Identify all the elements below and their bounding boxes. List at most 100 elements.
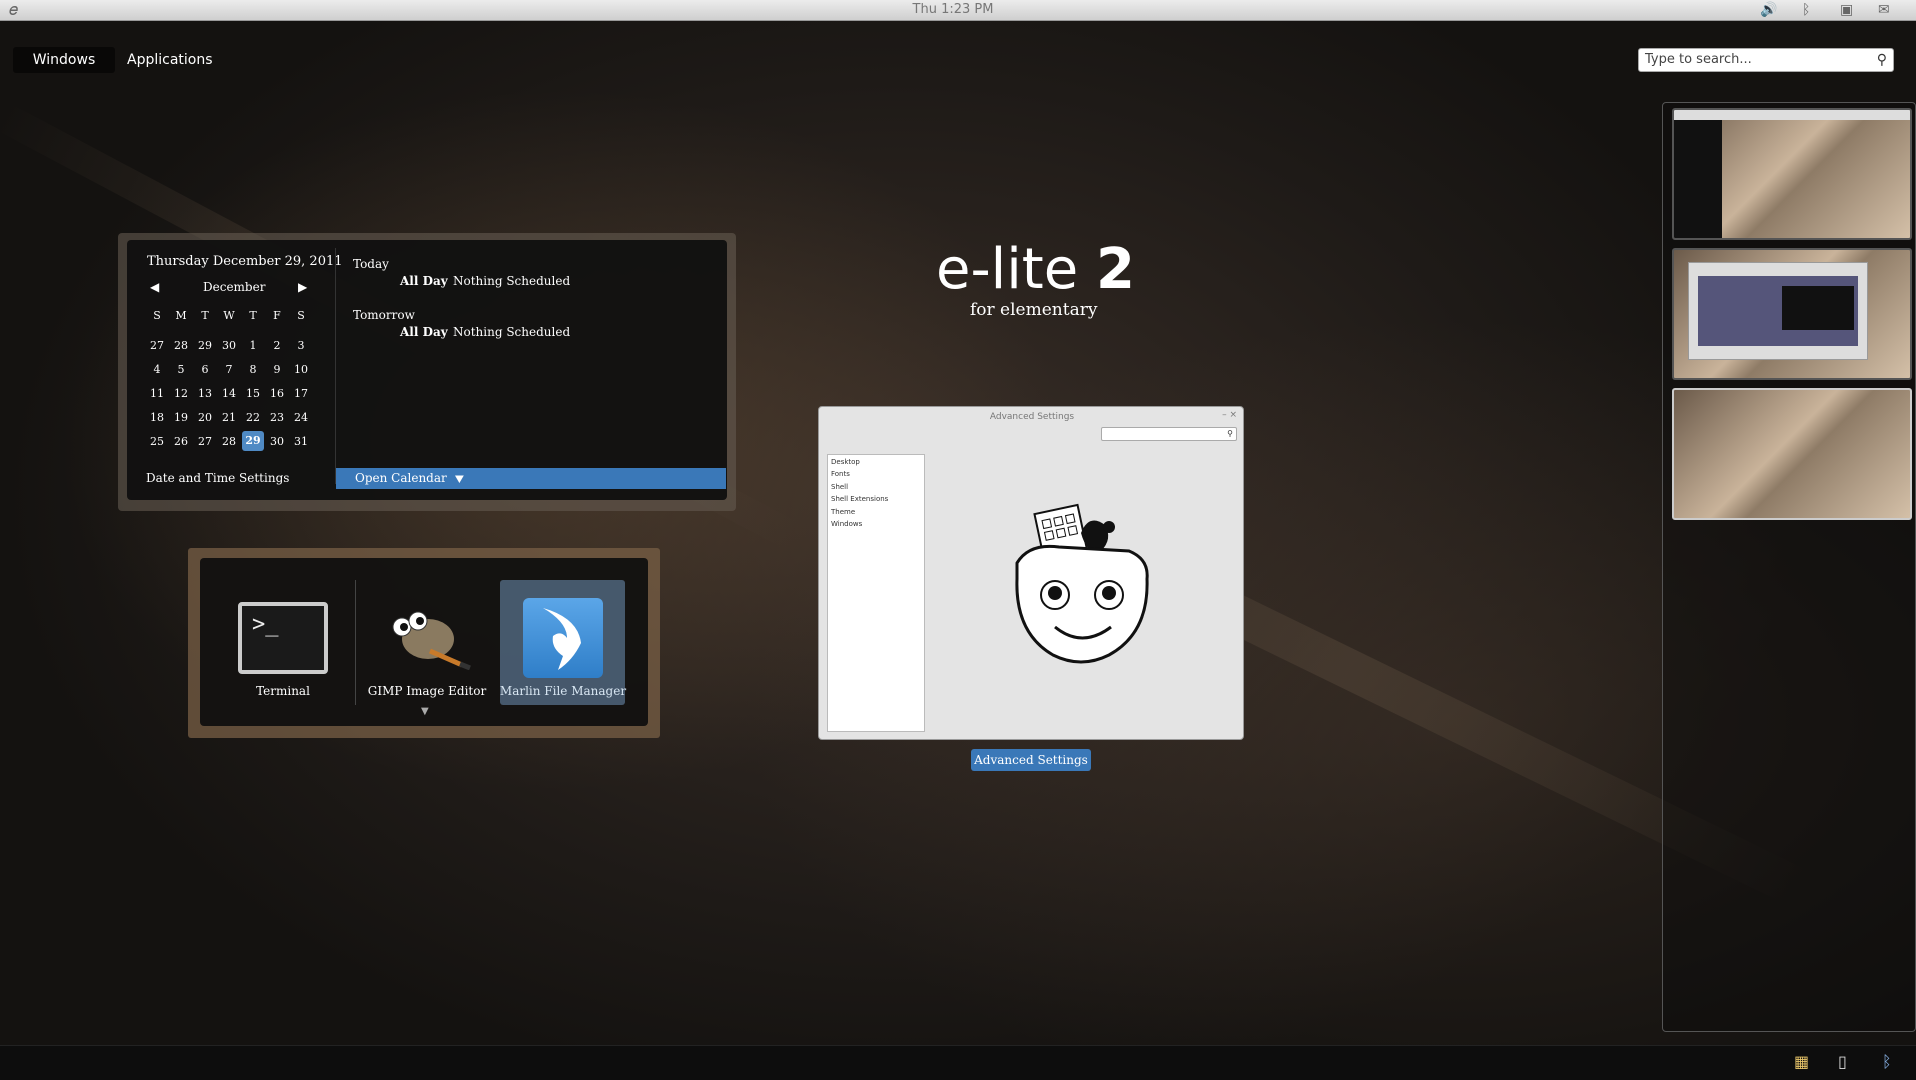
top-panel: 𝑒 Thu 1:23 PM 🔊 ᛒ ▣ ✉: [0, 0, 1916, 21]
search-icon: ⚲: [1876, 52, 1887, 68]
bottom-panel: [0, 1045, 1916, 1080]
sidebar-item-desktop[interactable]: Desktop: [831, 458, 860, 466]
calendar-day[interactable]: 30: [266, 435, 288, 448]
workspace-icon[interactable]: ▦: [1794, 1052, 1809, 1071]
weekday-label: S: [297, 309, 305, 322]
marlin-icon[interactable]: [523, 598, 603, 678]
calendar-day[interactable]: 12: [170, 387, 192, 400]
calendar-day-selected[interactable]: 29: [242, 431, 264, 451]
terminal-icon[interactable]: >_: [238, 602, 328, 674]
switcher-app-label: Terminal: [256, 684, 310, 698]
calendar-day[interactable]: 8: [242, 363, 264, 376]
open-calendar-button[interactable]: Open Calendar: [336, 468, 726, 489]
weekday-label: F: [273, 309, 281, 322]
workspace-thumbnail-active[interactable]: [1672, 388, 1912, 520]
calendar-day[interactable]: 19: [170, 411, 192, 424]
workspace-thumbnail[interactable]: [1672, 108, 1912, 240]
window-search-input[interactable]: ⚲: [1101, 427, 1237, 441]
calendar-day[interactable]: 17: [290, 387, 312, 400]
calendar-day[interactable]: 11: [146, 387, 168, 400]
calendar-day[interactable]: 28: [218, 435, 240, 448]
event-day-today: Today: [353, 257, 389, 271]
window-caption-button[interactable]: Advanced Settings: [971, 749, 1091, 771]
chevron-down-icon[interactable]: ▼: [421, 706, 429, 717]
sidebar-item-windows[interactable]: Windows: [831, 520, 862, 528]
calendar-day[interactable]: 23: [266, 411, 288, 424]
calendar-date-heading: Thursday December 29, 2011: [147, 254, 343, 269]
gnome-head-icon: [1015, 503, 1149, 664]
sidebar-item-theme[interactable]: Theme: [831, 508, 855, 516]
weekday-label: W: [223, 309, 235, 322]
calendar-day[interactable]: 20: [194, 411, 216, 424]
calendar-month: December: [203, 280, 266, 294]
calendar-day[interactable]: 21: [218, 411, 240, 424]
sidebar-item-shell-extensions[interactable]: Shell Extensions: [831, 495, 888, 503]
calendar-day[interactable]: 28: [170, 339, 192, 352]
calendar-day[interactable]: 3: [290, 339, 312, 352]
calendar-day[interactable]: 13: [194, 387, 216, 400]
sidebar-item-fonts[interactable]: Fonts: [831, 470, 850, 478]
prev-month-icon[interactable]: ◀: [150, 280, 159, 294]
event-time: All Day: [400, 325, 448, 339]
calendar-day[interactable]: 7: [218, 363, 240, 376]
gimp-icon[interactable]: [380, 605, 475, 670]
weekday-label: T: [249, 309, 257, 322]
advanced-settings-window[interactable]: Advanced Settings – × ⚲ Desktop Fonts Sh…: [818, 406, 1244, 740]
calendar-day[interactable]: 25: [146, 435, 168, 448]
page-subtitle: for elementary: [970, 300, 1098, 320]
calendar-day[interactable]: 29: [194, 339, 216, 352]
switcher-app-label: Marlin File Manager: [499, 684, 627, 698]
window-title: Advanced Settings: [989, 412, 1075, 422]
clock[interactable]: Thu 1:23 PM: [0, 2, 1906, 17]
calendar-day[interactable]: 26: [170, 435, 192, 448]
calendar-day[interactable]: 31: [290, 435, 312, 448]
network-icon[interactable]: ▣: [1840, 1, 1853, 19]
bluetooth-icon[interactable]: ᛒ: [1882, 1052, 1892, 1071]
search-input[interactable]: Type to search... ⚲: [1638, 48, 1894, 72]
search-placeholder: Type to search...: [1645, 52, 1752, 67]
calendar-divider: [335, 248, 336, 484]
switcher-app-label: GIMP Image Editor: [367, 684, 487, 698]
tab-windows[interactable]: Windows: [13, 47, 115, 73]
workspace-panel: [1662, 102, 1916, 1032]
bluetooth-icon[interactable]: ᛒ: [1802, 1, 1810, 19]
mouse-cursor-icon: ⯆: [453, 470, 466, 489]
calendar-day[interactable]: 18: [146, 411, 168, 424]
window-sidebar: Desktop Fonts Shell Shell Extensions The…: [827, 454, 925, 732]
calendar-day[interactable]: 10: [290, 363, 312, 376]
event-day-tomorrow: Tomorrow: [353, 308, 415, 322]
device-icon[interactable]: ▯: [1838, 1052, 1847, 1071]
search-icon: ⚲: [1227, 429, 1233, 438]
calendar-day[interactable]: 27: [146, 339, 168, 352]
calendar-day[interactable]: 15: [242, 387, 264, 400]
calendar-day[interactable]: 5: [170, 363, 192, 376]
calendar-day[interactable]: 4: [146, 363, 168, 376]
workspace-thumbnail[interactable]: [1672, 248, 1912, 380]
messages-icon[interactable]: ✉: [1878, 1, 1890, 19]
event-text: Nothing Scheduled: [453, 274, 571, 288]
next-month-icon[interactable]: ▶: [298, 280, 307, 294]
window-controls[interactable]: – ×: [1222, 410, 1237, 420]
event-text: Nothing Scheduled: [453, 325, 571, 339]
calendar-day[interactable]: 1: [242, 339, 264, 352]
calendar-day[interactable]: 30: [218, 339, 240, 352]
calendar-day[interactable]: 9: [266, 363, 288, 376]
brand-version: 2: [1096, 237, 1135, 302]
calendar-day[interactable]: 14: [218, 387, 240, 400]
weekday-label: T: [201, 309, 209, 322]
calendar-day[interactable]: 2: [266, 339, 288, 352]
brand-name: e-lite: [936, 237, 1079, 302]
page-title: e-lite 2: [936, 240, 1135, 300]
switcher-separator: [355, 580, 356, 705]
calendar-day[interactable]: 27: [194, 435, 216, 448]
weekday-label: S: [153, 309, 161, 322]
calendar-day[interactable]: 22: [242, 411, 264, 424]
tab-applications[interactable]: Applications: [115, 47, 225, 73]
calendar-day[interactable]: 6: [194, 363, 216, 376]
calendar-day[interactable]: 24: [290, 411, 312, 424]
date-time-settings-link[interactable]: Date and Time Settings: [146, 471, 289, 485]
sidebar-item-shell[interactable]: Shell: [831, 483, 848, 491]
calendar-day[interactable]: 16: [266, 387, 288, 400]
volume-icon[interactable]: 🔊: [1760, 1, 1777, 19]
event-time: All Day: [400, 274, 448, 288]
